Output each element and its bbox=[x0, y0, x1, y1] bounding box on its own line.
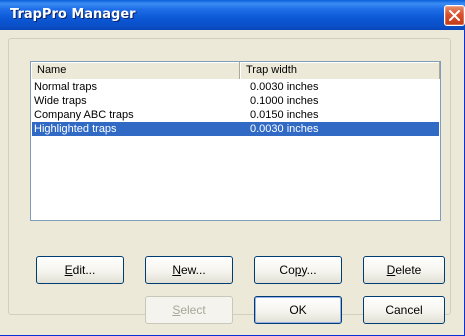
delete-mnemonic: D bbox=[386, 263, 396, 277]
list-rows: Normal traps 0.0030 inches Wide traps 0.… bbox=[32, 80, 439, 136]
row-name: Wide traps bbox=[34, 95, 87, 107]
trappro-manager-dialog: TrapPro Manager Name Trap width Normal t… bbox=[0, 0, 465, 336]
delete-label: elete bbox=[395, 263, 422, 277]
title-bar[interactable]: TrapPro Manager bbox=[0, 0, 465, 30]
row-trap-width: 0.1000 inches bbox=[250, 95, 319, 107]
delete-button[interactable]: Delete bbox=[363, 256, 445, 284]
close-button[interactable] bbox=[444, 5, 465, 26]
trap-list[interactable]: Name Trap width Normal traps 0.0030 inch… bbox=[30, 61, 441, 221]
new-button[interactable]: New... bbox=[145, 256, 233, 284]
new-mnemonic: N bbox=[172, 263, 181, 277]
copy-label-pre: Co bbox=[279, 263, 295, 277]
list-row-selected[interactable]: Highlighted traps 0.0030 inches bbox=[32, 122, 439, 136]
cancel-button[interactable]: Cancel bbox=[363, 296, 445, 324]
edit-button[interactable]: Edit... bbox=[36, 256, 124, 284]
list-header: Name Trap width bbox=[31, 62, 440, 79]
row-trap-width: 0.0030 inches bbox=[250, 123, 319, 135]
copy-label: y... bbox=[301, 263, 317, 277]
window-title: TrapPro Manager bbox=[10, 7, 136, 22]
edit-mnemonic: E bbox=[64, 263, 73, 277]
close-icon bbox=[449, 10, 460, 21]
list-row[interactable]: Company ABC traps 0.0150 inches bbox=[32, 108, 439, 122]
select-label: elect bbox=[180, 303, 206, 317]
row-name: Normal traps bbox=[34, 81, 97, 93]
column-header-name[interactable]: Name bbox=[31, 62, 240, 79]
select-button[interactable]: Select bbox=[145, 296, 233, 324]
row-trap-width: 0.0030 inches bbox=[250, 81, 319, 93]
row-name: Highlighted traps bbox=[34, 123, 117, 135]
new-label: ew... bbox=[180, 263, 206, 277]
list-row[interactable]: Normal traps 0.0030 inches bbox=[32, 80, 439, 94]
row-trap-width: 0.0150 inches bbox=[250, 109, 319, 121]
edit-label: dit... bbox=[72, 263, 96, 277]
list-row[interactable]: Wide traps 0.1000 inches bbox=[32, 94, 439, 108]
ok-button[interactable]: OK bbox=[254, 296, 342, 324]
column-header-trap-width[interactable]: Trap width bbox=[240, 62, 440, 79]
copy-button[interactable]: Copy... bbox=[254, 256, 342, 284]
row-name: Company ABC traps bbox=[34, 109, 134, 121]
